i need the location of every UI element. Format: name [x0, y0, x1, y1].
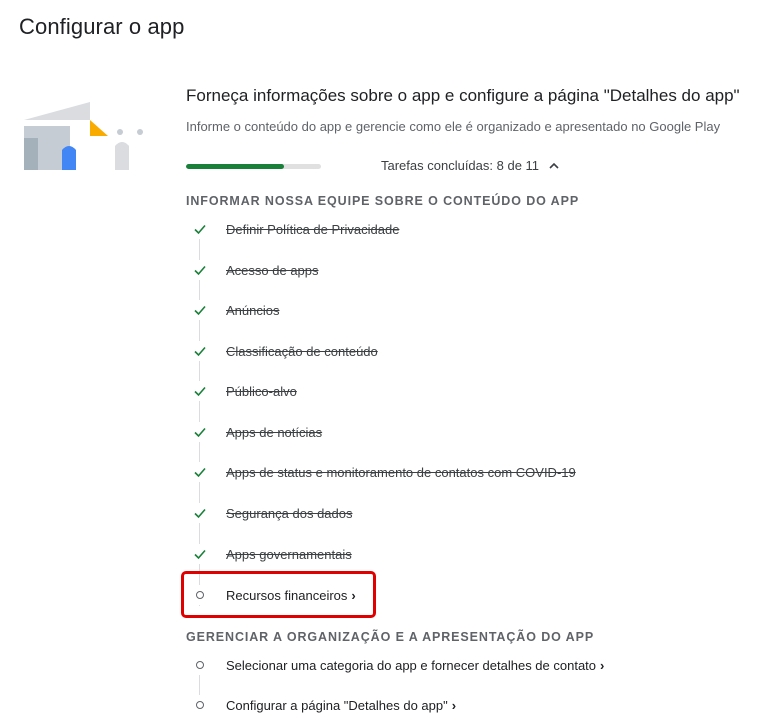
task-item: Público-alvo — [190, 380, 297, 402]
task-link-detalhes-app[interactable]: Configurar a página "Detalhes do app" › — [190, 694, 456, 716]
check-icon — [190, 219, 210, 239]
check-icon — [190, 381, 210, 401]
task-link-categoria[interactable]: Selecionar uma categoria do app e fornec… — [190, 654, 604, 676]
task-label: Segurança dos dados — [226, 505, 353, 521]
circle-icon — [190, 695, 210, 715]
task-label: Apps governamentais — [226, 546, 352, 562]
task-label: Recursos financeiros — [226, 587, 348, 603]
check-icon — [190, 341, 210, 361]
check-icon — [190, 503, 210, 523]
task-item: Classificação de conteúdo — [190, 340, 378, 362]
chevron-right-icon: › — [600, 657, 605, 673]
circle-icon — [190, 585, 210, 605]
chevron-right-icon: › — [351, 587, 356, 603]
task-item: Acesso de apps — [190, 259, 319, 281]
task-item: Apps de notícias — [190, 421, 322, 443]
task-label: Selecionar uma categoria do app e fornec… — [226, 657, 597, 673]
check-icon — [190, 422, 210, 442]
progress-label: Tarefas concluídas: 8 de 11 — [381, 158, 540, 173]
check-icon — [190, 260, 210, 280]
task-label: Apps de notícias — [226, 424, 323, 440]
task-link-recursos-financeiros[interactable]: Recursos financeiros › — [190, 584, 356, 606]
progress-bar-fill — [186, 164, 285, 169]
task-label: Anúncios — [226, 302, 280, 318]
task-label: Acesso de apps — [226, 262, 319, 278]
check-icon — [190, 300, 210, 320]
task-label: Apps de status e monitoramento de contat… — [226, 464, 576, 480]
setup-card-subheading: Informe o conteúdo do app e gerencie com… — [186, 119, 721, 134]
task-label: Público-alvo — [226, 383, 297, 399]
task-label: Configurar a página "Detalhes do app" — [226, 697, 448, 713]
task-item: Definir Política de Privacidade — [190, 218, 399, 240]
app-setup-illustration — [24, 102, 143, 170]
task-item: Apps governamentais — [190, 543, 352, 565]
task-item: Apps de status e monitoramento de contat… — [190, 461, 576, 483]
setup-card-heading: Forneça informações sobre o app e config… — [186, 86, 740, 105]
check-icon — [190, 544, 210, 564]
task-item: Segurança dos dados — [190, 502, 352, 524]
chevron-up-icon — [549, 162, 559, 169]
chevron-right-icon: › — [451, 697, 457, 713]
task-label: Definir Política de Privacidade — [226, 221, 400, 237]
section-header-content: INFORMAR NOSSA EQUIPE SOBRE O CONTEÚDO D… — [186, 194, 580, 208]
progress-bar — [186, 164, 321, 169]
progress-toggle[interactable]: Tarefas concluídas: 8 de 11 — [381, 158, 560, 173]
check-icon — [190, 462, 210, 482]
section-header-organization: GERENCIAR A ORGANIZAÇÃO E A APRESENTAÇÃO… — [186, 630, 595, 644]
page-title: Configurar o app — [19, 14, 185, 39]
circle-icon — [190, 655, 210, 675]
task-item: Anúncios — [190, 299, 279, 321]
task-label: Classificação de conteúdo — [226, 343, 378, 359]
